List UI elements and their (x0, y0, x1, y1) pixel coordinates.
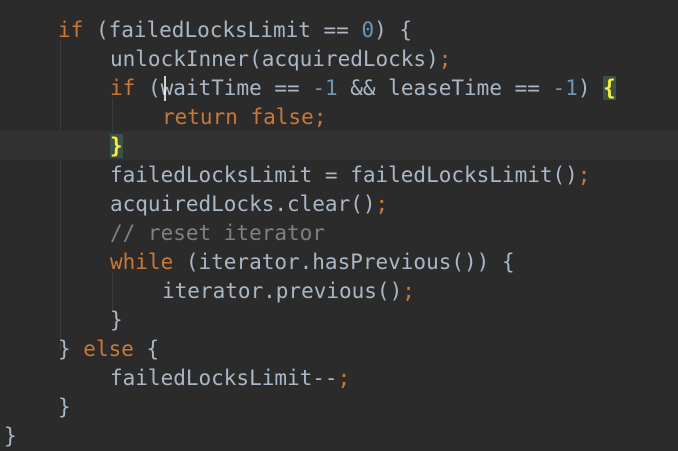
code-line[interactable]: acquiredLocks.clear(); (110, 190, 388, 219)
code-line[interactable]: failedLocksLimit--; (110, 364, 350, 393)
matched-brace: { (603, 76, 616, 100)
indent-guide (60, 40, 61, 350)
matched-brace: } (110, 134, 123, 158)
code-line[interactable]: if (waitTime == -1 && leaseTime == -1) { (110, 74, 616, 103)
code-line[interactable]: } (110, 306, 123, 335)
code-line[interactable]: return false; (162, 103, 326, 132)
code-line[interactable]: } (110, 132, 123, 161)
code-line[interactable]: if (failedLocksLimit == 0) { (58, 16, 412, 45)
code-comment[interactable]: // reset iterator (110, 219, 325, 248)
text-cursor-ibeam (164, 76, 174, 101)
code-line[interactable]: } (4, 422, 17, 451)
code-line[interactable]: unlockInner(acquiredLocks); (110, 45, 451, 74)
code-line[interactable]: iterator.previous(); (162, 277, 415, 306)
code-line[interactable]: while (iterator.hasPrevious()) { (110, 248, 515, 277)
current-line-highlight (0, 131, 678, 160)
code-editor[interactable]: if (failedLocksLimit == 0) { unlockInner… (0, 0, 678, 448)
code-line[interactable]: failedLocksLimit = failedLocksLimit(); (110, 161, 590, 190)
code-line[interactable]: } else { (58, 335, 159, 364)
code-line[interactable]: } (58, 393, 71, 422)
